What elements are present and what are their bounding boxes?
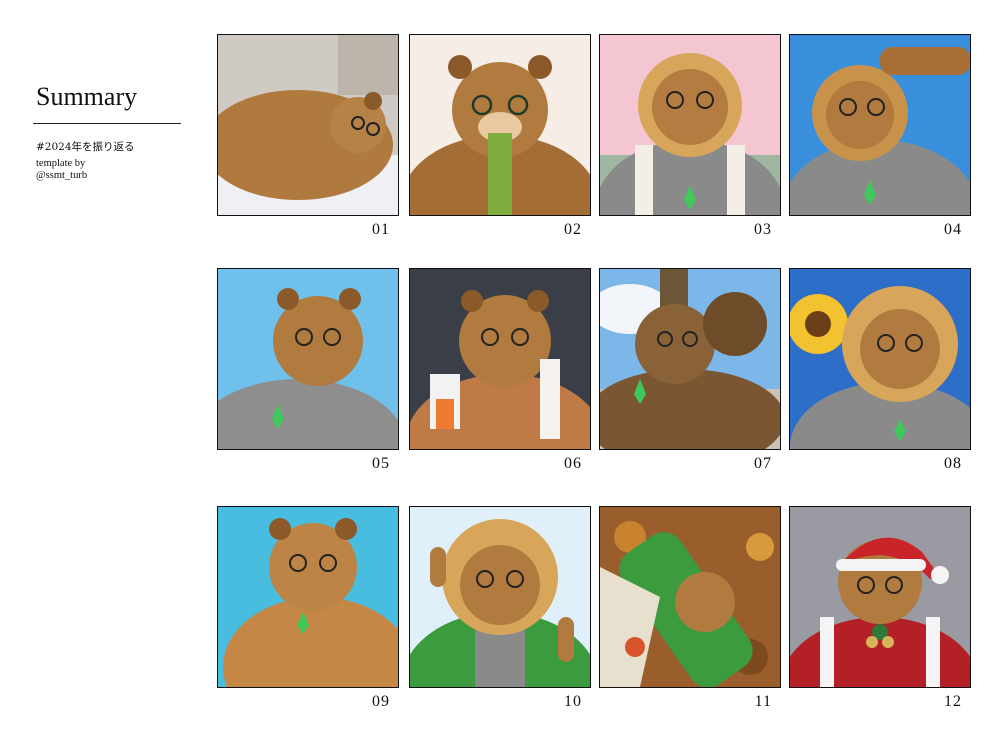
artwork-12[interactable] [789, 506, 971, 688]
sidebar: Summary #2024年を振り返る template by @ssmt_tu… [0, 0, 200, 750]
page-title: Summary [36, 82, 138, 111]
artwork-07[interactable] [599, 268, 781, 450]
month-number: 01 [372, 221, 390, 238]
art-santa-image [790, 507, 970, 687]
art-towel-image [410, 35, 590, 215]
month-number: 10 [564, 693, 582, 710]
artwork-01[interactable] [217, 34, 399, 216]
artwork-04[interactable] [789, 34, 971, 216]
month-number: 12 [944, 693, 962, 710]
artwork-06[interactable] [409, 268, 591, 450]
template-credit: template by @ssmt_turb [36, 158, 87, 182]
art-salute-image [790, 35, 970, 215]
art-peace-image [410, 507, 590, 687]
title-divider [33, 123, 181, 124]
art-autumn-image [600, 507, 780, 687]
art-relax-image [600, 269, 780, 449]
artwork-05[interactable] [217, 268, 399, 450]
month-number: 07 [754, 455, 772, 472]
artwork-02[interactable] [409, 34, 591, 216]
artwork-08[interactable] [789, 268, 971, 450]
month-number: 09 [372, 693, 390, 710]
art-bed-image [218, 35, 398, 215]
art-pool-image [218, 507, 398, 687]
hashtag-label: #2024年を振り返る [36, 141, 135, 153]
artwork-03[interactable] [599, 34, 781, 216]
credit-line-2: @ssmt_turb [36, 170, 88, 181]
art-wink-image [410, 269, 590, 449]
month-number: 04 [944, 221, 962, 238]
month-number: 08 [944, 455, 962, 472]
month-number: 02 [564, 221, 582, 238]
artwork-10[interactable] [409, 506, 591, 688]
month-number: 11 [754, 693, 772, 710]
art-sky-image [218, 269, 398, 449]
art-sakura-image [600, 35, 780, 215]
month-number: 06 [564, 455, 582, 472]
artwork-11[interactable] [599, 506, 781, 688]
artwork-09[interactable] [217, 506, 399, 688]
art-sunflower-image [790, 269, 970, 449]
credit-line-1: template by [36, 158, 86, 169]
month-number: 05 [372, 455, 390, 472]
month-number: 03 [754, 221, 772, 238]
